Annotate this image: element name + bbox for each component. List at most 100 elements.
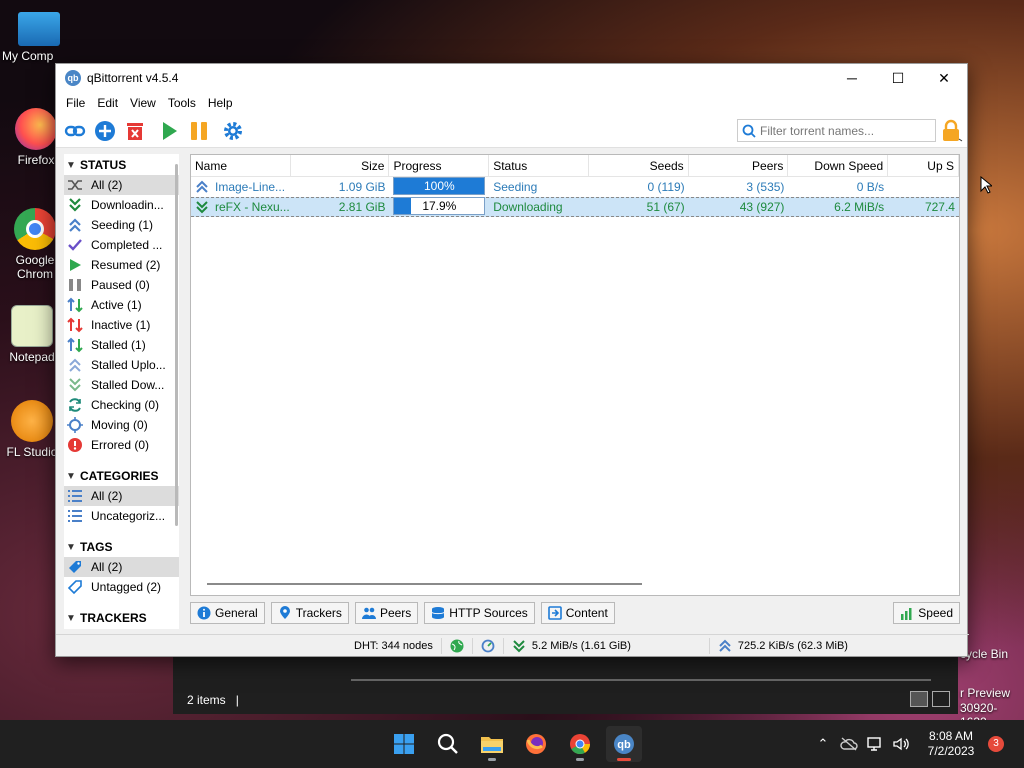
table-row[interactable]: Image-Line... 1.09 GiB 100% Seeding 0 (1… <box>191 177 959 197</box>
maximize-button[interactable]: ☐ <box>875 64 921 92</box>
start-button[interactable] <box>386 726 422 762</box>
tab-http-sources[interactable]: HTTP Sources <box>424 602 535 624</box>
users-icon <box>361 606 376 620</box>
horizontal-scrollbar[interactable] <box>207 583 642 585</box>
desktop-icon-label: Notepad <box>9 350 55 364</box>
resume-button[interactable] <box>154 116 184 146</box>
download-icon <box>67 197 83 213</box>
tab-peers[interactable]: Peers <box>354 602 419 624</box>
network-icon[interactable] <box>862 737 888 751</box>
column-header-status[interactable]: Status <box>489 155 589 176</box>
window-title: qBittorrent v4.5.4 <box>87 71 179 85</box>
cloud-off-icon[interactable] <box>836 737 862 751</box>
table-row[interactable]: reFX - Nexu... 2.81 GiB 17.9% Downloadin… <box>191 197 959 217</box>
pause-button[interactable] <box>184 116 214 146</box>
menu-edit[interactable]: Edit <box>91 96 124 110</box>
svg-text:qb: qb <box>617 739 631 751</box>
options-button[interactable] <box>218 116 248 146</box>
clock[interactable]: 8:08 AM 7/2/2023 <box>922 729 980 759</box>
tab-content[interactable]: Content <box>540 602 615 624</box>
tab-trackers[interactable]: Trackers <box>270 602 349 624</box>
status-filter-moving[interactable]: Moving (0) <box>64 415 179 435</box>
torrent-name-cell: Image-Line... <box>191 177 291 197</box>
status-filter-all[interactable]: All (2) <box>64 175 179 195</box>
taskbar-qbittorrent[interactable]: qb <box>606 726 642 762</box>
status-filter-inactive[interactable]: Inactive (1) <box>64 315 179 335</box>
desktop-icon-my-computer[interactable]: My Comp <box>2 8 76 63</box>
minimize-button[interactable]: ─ <box>829 64 875 92</box>
status-bar: DHT: 344 nodes 5.2 MiB/s (1.61 GiB) 725.… <box>56 634 969 656</box>
column-header-progress[interactable]: Progress <box>389 155 490 176</box>
desktop-icon-fl-studio[interactable]: FL Studio <box>2 400 62 459</box>
notepad-icon <box>11 305 53 347</box>
torrent-status: Downloading <box>493 200 563 214</box>
lock-button[interactable] <box>939 119 963 143</box>
column-header-up-speed[interactable]: Up S <box>888 155 959 176</box>
connection-status[interactable] <box>442 637 473 654</box>
tab-speed[interactable]: Speed <box>893 602 960 624</box>
gear-icon <box>224 121 242 140</box>
chevron-up-icon[interactable]: ⌃ <box>810 736 836 752</box>
tag-icon <box>67 559 83 575</box>
torrent-up-speed <box>888 177 959 197</box>
category-filter-all[interactable]: All (2) <box>64 486 179 506</box>
menu-tools[interactable]: Tools <box>162 96 202 110</box>
column-header-size[interactable]: Size <box>291 155 390 176</box>
menu-bar: File Edit View Tools Help <box>56 92 967 114</box>
download-speed-status[interactable]: 5.2 MiB/s (1.61 GiB) <box>504 637 710 654</box>
status-filter-active[interactable]: Active (1) <box>64 295 179 315</box>
sidebar-scrollbar[interactable] <box>175 164 178 526</box>
map-pin-icon <box>278 606 292 620</box>
stalled-download-icon <box>67 377 83 393</box>
desktop-icon-notepad[interactable]: Notepad <box>2 305 62 364</box>
status-filter-stalled-uploading[interactable]: Stalled Uplo... <box>64 355 179 375</box>
tag-filter-all[interactable]: All (2) <box>64 557 179 577</box>
status-filter-resumed[interactable]: Resumed (2) <box>64 255 179 275</box>
tab-general[interactable]: General <box>190 602 265 624</box>
status-filter-completed[interactable]: Completed ... <box>64 235 179 255</box>
taskbar-chrome[interactable] <box>562 726 598 762</box>
column-header-down-speed[interactable]: Down Speed <box>788 155 889 176</box>
qbittorrent-icon: qb <box>614 734 634 754</box>
add-torrent-file-button[interactable] <box>90 116 120 146</box>
volume-icon[interactable] <box>888 737 914 751</box>
menu-file[interactable]: File <box>60 96 91 110</box>
status-filter-checking[interactable]: Checking (0) <box>64 395 179 415</box>
status-filter-stalled[interactable]: Stalled (1) <box>64 335 179 355</box>
status-filter-seeding[interactable]: Seeding (1) <box>64 215 179 235</box>
details-view-button[interactable] <box>910 691 928 707</box>
pause-icon <box>67 277 83 293</box>
menu-view[interactable]: View <box>124 96 162 110</box>
menu-help[interactable]: Help <box>202 96 239 110</box>
mouse-cursor-icon <box>980 176 992 194</box>
title-bar[interactable]: qb qBittorrent v4.5.4 ─ ☐ ✕ <box>56 64 967 92</box>
category-filter-uncategorized[interactable]: Uncategoriz... <box>64 506 179 526</box>
tiles-view-button[interactable] <box>932 691 950 707</box>
tags-section-header[interactable]: ▼ TAGS <box>64 537 179 557</box>
column-header-name[interactable]: Name <box>191 155 291 176</box>
status-filter-errored[interactable]: Errored (0) <box>64 435 179 455</box>
status-filter-stalled-downloading[interactable]: Stalled Dow... <box>64 375 179 395</box>
status-filter-downloading[interactable]: Downloadin... <box>64 195 179 215</box>
desktop-icon-label: My Comp <box>2 49 54 63</box>
close-button[interactable]: ✕ <box>921 64 967 92</box>
add-torrent-link-button[interactable] <box>60 116 90 146</box>
column-header-seeds[interactable]: Seeds <box>589 155 689 176</box>
taskbar-firefox[interactable] <box>518 726 554 762</box>
notification-badge[interactable]: 3 <box>988 736 1004 752</box>
trackers-section-header[interactable]: ▼ TRACKERS <box>64 608 179 628</box>
torrent-seeds: 51 (67) <box>646 200 685 214</box>
taskbar-search-button[interactable] <box>430 726 466 762</box>
alt-speed-toggle[interactable] <box>473 637 504 654</box>
search-icon <box>742 124 756 138</box>
torrent-filter-input[interactable] <box>760 123 930 138</box>
taskbar-file-explorer[interactable] <box>474 726 510 762</box>
status-section-header[interactable]: ▼ STATUS <box>64 155 179 175</box>
tag-filter-untagged[interactable]: Untagged (2) <box>64 577 179 597</box>
delete-torrent-button[interactable] <box>120 116 150 146</box>
status-filter-paused[interactable]: Paused (0) <box>64 275 179 295</box>
column-header-peers[interactable]: Peers <box>689 155 789 176</box>
upload-speed-status[interactable]: 725.2 KiB/s (62.3 MiB) <box>710 638 856 654</box>
download-icon <box>513 639 525 652</box>
categories-section-header[interactable]: ▼ CATEGORIES <box>64 466 179 486</box>
